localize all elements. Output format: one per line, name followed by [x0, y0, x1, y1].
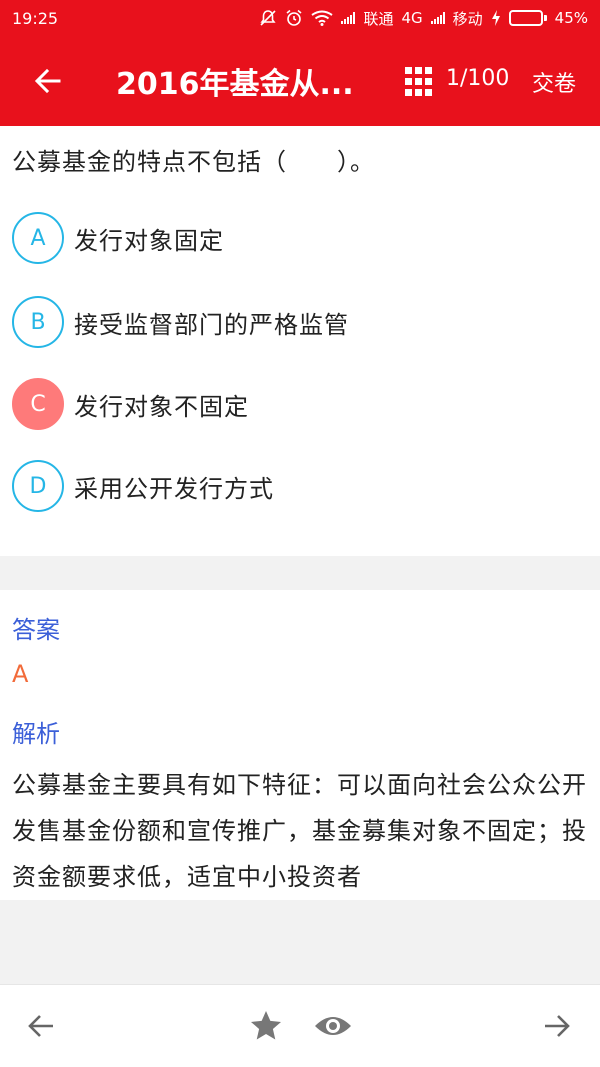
- answer-value: A: [12, 660, 29, 688]
- option-c[interactable]: C 发行对象不固定: [12, 376, 588, 432]
- option-a[interactable]: A 发行对象固定: [12, 210, 588, 266]
- section-divider: [0, 556, 600, 590]
- wifi-icon: [311, 10, 334, 26]
- question-progress: 1/100: [446, 66, 510, 91]
- submit-button[interactable]: 交卷: [532, 66, 576, 98]
- answer-label: 答案: [12, 616, 60, 644]
- option-letter: C: [12, 378, 64, 430]
- arrow-right-icon: [545, 1015, 570, 1037]
- question-text: 公募基金的特点不包括（ ）。: [12, 148, 375, 176]
- arrow-left-icon: [28, 1015, 53, 1037]
- carrier-1: 联通: [363, 9, 394, 28]
- option-text: 发行对象不固定: [74, 392, 249, 421]
- status-indicators: 联通 4G 移动 45%: [259, 8, 588, 29]
- option-b[interactable]: B 接受监督部门的严格监管: [12, 294, 588, 350]
- option-letter: D: [12, 460, 64, 512]
- back-arrow-icon: [34, 68, 61, 94]
- app-bar: 2016年基金从... 1/100 交卷: [0, 36, 600, 126]
- mute-icon: [260, 10, 277, 26]
- next-button[interactable]: [536, 1005, 578, 1047]
- grid-icon[interactable]: [405, 67, 435, 97]
- status-time: 19:25: [12, 8, 59, 28]
- star-icon: [251, 1011, 281, 1040]
- option-letter: A: [12, 212, 64, 264]
- option-letter: B: [12, 296, 64, 348]
- battery-icon: [508, 10, 547, 26]
- battery-percent: 45%: [554, 9, 588, 27]
- option-text: 接受监督部门的严格监管: [74, 310, 349, 339]
- bottom-bar: [0, 984, 600, 1067]
- network-type: 4G: [401, 9, 423, 27]
- alarm-icon: [286, 9, 302, 26]
- status-bar: 19:25 联通 4G 移动 45%: [0, 0, 600, 36]
- view-answer-button[interactable]: [312, 1005, 354, 1047]
- signal-icon: [341, 12, 356, 24]
- option-d[interactable]: D 采用公开发行方式: [12, 458, 588, 514]
- option-text: 发行对象固定: [74, 226, 224, 255]
- answer-panel: 答案 A 解析 公募基金主要具有如下特征：可以面向社会公众公开发售基金份额和宣传…: [0, 590, 600, 900]
- previous-button[interactable]: [20, 1005, 62, 1047]
- carrier-2: 移动: [452, 9, 483, 28]
- eye-icon: [315, 1017, 351, 1035]
- back-button[interactable]: [20, 53, 76, 109]
- favorite-button[interactable]: [245, 1005, 287, 1047]
- signal-icon-2: [430, 12, 445, 24]
- page-title: 2016年基金从...: [116, 67, 354, 102]
- option-text: 采用公开发行方式: [74, 474, 274, 503]
- charging-icon: [491, 10, 500, 26]
- bottom-spacer: [0, 900, 600, 984]
- analysis-label: 解析: [12, 720, 60, 748]
- analysis-text: 公募基金主要具有如下特征：可以面向社会公众公开发售基金份额和宣传推广，基金募集对…: [12, 771, 587, 891]
